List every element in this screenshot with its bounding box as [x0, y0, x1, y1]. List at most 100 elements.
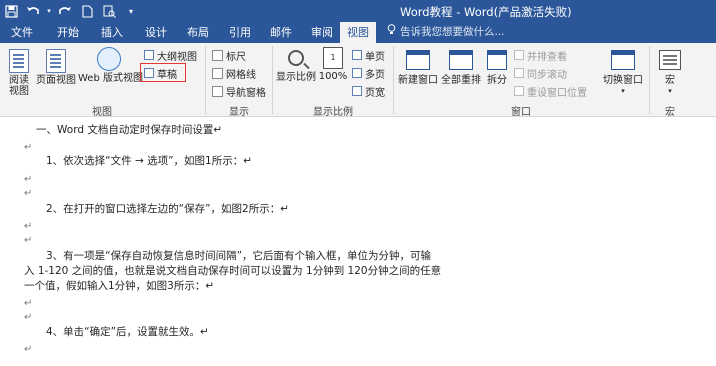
tab-layout[interactable]: 布局: [178, 22, 218, 43]
paragraph-mark: ↵: [24, 174, 33, 185]
document-page[interactable]: 一、Word 文档自动定时保存时间设置↵ ↵ 1、依次选择“文件 → 选项”，如…: [0, 117, 716, 366]
side-by-side-icon: [514, 50, 524, 60]
outline-button[interactable]: 大纲视图: [144, 48, 197, 63]
one-page-icon: [352, 50, 362, 60]
macros-group-label: 宏: [665, 107, 675, 118]
paragraph-mark: ↵: [24, 142, 33, 153]
nav-pane-checkbox[interactable]: 导航窗格: [212, 84, 266, 99]
one-page-button[interactable]: 单页: [352, 48, 385, 63]
web-layout-label: Web 版式视图: [78, 73, 143, 84]
magnifier-icon: [288, 50, 304, 66]
undo-icon[interactable]: [22, 0, 44, 22]
new-window-icon: [406, 50, 430, 70]
gridlines-check-icon: [212, 67, 223, 79]
doc-paragraph[interactable]: 1、依次选择“文件 → 选项”，如图1所示：↵: [46, 154, 252, 168]
reset-window-position-label: 重设窗口位置: [527, 87, 587, 99]
gridlines-label: 网格线: [226, 69, 256, 81]
tab-design[interactable]: 设计: [136, 22, 176, 43]
split-icon: [487, 50, 507, 70]
tab-mailings[interactable]: 邮件: [261, 22, 301, 43]
tab-file[interactable]: 文件: [0, 22, 44, 43]
tab-insert[interactable]: 插入: [92, 22, 132, 43]
tab-references[interactable]: 引用: [220, 22, 260, 43]
doc-paragraph[interactable]: 2、在打开的窗口选择左边的“保存”，如图2所示：↵: [46, 202, 289, 216]
ruler-checkbox[interactable]: 标尺: [212, 48, 246, 63]
zoom-button[interactable]: 显示比例: [275, 47, 317, 83]
macros-button-label: 宏: [665, 75, 675, 86]
title-bar: ▾ ▾ Word教程 - Word(产品激活失败): [0, 0, 716, 22]
nav-pane-check-icon: [212, 85, 223, 97]
doc-paragraph[interactable]: 3、有一项是“保存自动恢复信息时间间隔”，它后面有个输入框，单位为分钟，可输: [46, 249, 431, 263]
reset-window-position-icon: [514, 86, 524, 96]
read-mode-button[interactable]: 阅读 视图: [6, 47, 32, 97]
side-by-side-button[interactable]: 并排查看: [514, 48, 567, 63]
macros-icon: [659, 50, 681, 70]
arrange-all-button[interactable]: 全部重排: [440, 47, 482, 86]
page-width-button[interactable]: 页宽: [352, 84, 385, 99]
nav-pane-label: 导航窗格: [226, 87, 266, 99]
switch-window-icon: [611, 50, 635, 70]
read-mode-icon: [9, 49, 29, 73]
tab-view[interactable]: 视图: [340, 22, 376, 43]
ruler-check-icon: [212, 49, 223, 61]
window-group-label: 窗口: [511, 107, 531, 118]
switch-window-label: 切换窗口: [603, 75, 643, 86]
quick-access-toolbar: ▾ ▾: [0, 0, 142, 22]
hundred-percent-icon: 1: [323, 47, 343, 69]
print-preview-icon[interactable]: [98, 0, 120, 22]
new-window-button[interactable]: 新建窗口: [396, 47, 440, 86]
undo-dropdown-icon[interactable]: ▾: [44, 0, 54, 22]
redo-icon[interactable]: [54, 0, 76, 22]
tab-review[interactable]: 审阅: [302, 22, 342, 43]
zoom-100-button[interactable]: 1 100%: [318, 47, 348, 82]
paragraph-mark: ↵: [24, 188, 33, 199]
page-width-icon: [352, 86, 362, 96]
paragraph-mark: ↵: [24, 344, 33, 355]
ribbon: 阅读 视图 页面视图 Web 版式视图 大纲视图 草稿 视图 标尺 网格线 导航…: [0, 43, 716, 118]
multi-page-icon: [352, 68, 362, 78]
side-by-side-label: 并排查看: [527, 51, 567, 63]
read-mode-label: 阅读 视图: [9, 75, 29, 97]
customize-qat-icon[interactable]: ▾: [120, 0, 142, 22]
zoom-label: 显示比例: [276, 72, 316, 83]
draft-highlight-box: [140, 63, 186, 82]
paragraph-mark: ↵: [24, 221, 33, 232]
sync-scroll-button[interactable]: 同步滚动: [514, 66, 567, 81]
switch-window-button[interactable]: 切换窗口 ▾: [600, 47, 646, 97]
split-button[interactable]: 拆分: [484, 47, 510, 86]
ribbon-tabs: 文件 开始 插入 设计 布局 引用 邮件 审阅 视图 告诉我您想要做什么...: [0, 22, 716, 43]
zoom-100-label: 100%: [318, 71, 348, 82]
arrange-all-icon: [449, 50, 473, 70]
split-label: 拆分: [487, 75, 507, 86]
lightbulb-icon: [387, 22, 397, 43]
window-title: Word教程 - Word(产品激活失败): [400, 5, 572, 19]
doc-paragraph[interactable]: 一、Word 文档自动定时保存时间设置↵: [36, 123, 222, 137]
page-width-label: 页宽: [365, 87, 385, 99]
new-document-icon[interactable]: [76, 0, 98, 22]
ruler-label: 标尺: [226, 51, 246, 63]
tab-home[interactable]: 开始: [48, 22, 88, 43]
doc-paragraph-continued[interactable]: 入 1-120 之间的值，也就是说文档自动保存时间可以设置为 1分钟到 120分…: [24, 264, 441, 278]
outline-icon: [144, 50, 154, 60]
paragraph-mark: ↵: [24, 235, 33, 246]
doc-paragraph-continued[interactable]: 一个值，假如输入1分钟，如图3所示：↵: [24, 279, 214, 293]
web-layout-button[interactable]: Web 版式视图: [78, 47, 143, 84]
paragraph-mark: ↵: [24, 298, 33, 309]
web-layout-icon: [97, 47, 121, 71]
save-icon[interactable]: [0, 0, 22, 22]
gridlines-checkbox[interactable]: 网格线: [212, 66, 256, 81]
multi-page-button[interactable]: 多页: [352, 66, 385, 81]
paragraph-mark: ↵: [24, 312, 33, 323]
show-group-label: 显示: [229, 107, 249, 118]
tell-me-box[interactable]: 告诉我您想要做什么...: [387, 22, 505, 43]
views-group-label: 视图: [92, 107, 112, 118]
chevron-down-icon: ▾: [668, 87, 672, 95]
doc-paragraph[interactable]: 4、单击“确定”后，设置就生效。↵: [46, 325, 209, 339]
print-layout-label: 页面视图: [36, 75, 76, 86]
print-layout-button[interactable]: 页面视图: [36, 47, 76, 86]
macros-button[interactable]: 宏 ▾: [656, 47, 684, 97]
one-page-label: 单页: [365, 51, 385, 63]
new-window-label: 新建窗口: [398, 75, 438, 86]
reset-window-position-button[interactable]: 重设窗口位置: [514, 84, 587, 99]
print-layout-icon: [46, 49, 66, 73]
